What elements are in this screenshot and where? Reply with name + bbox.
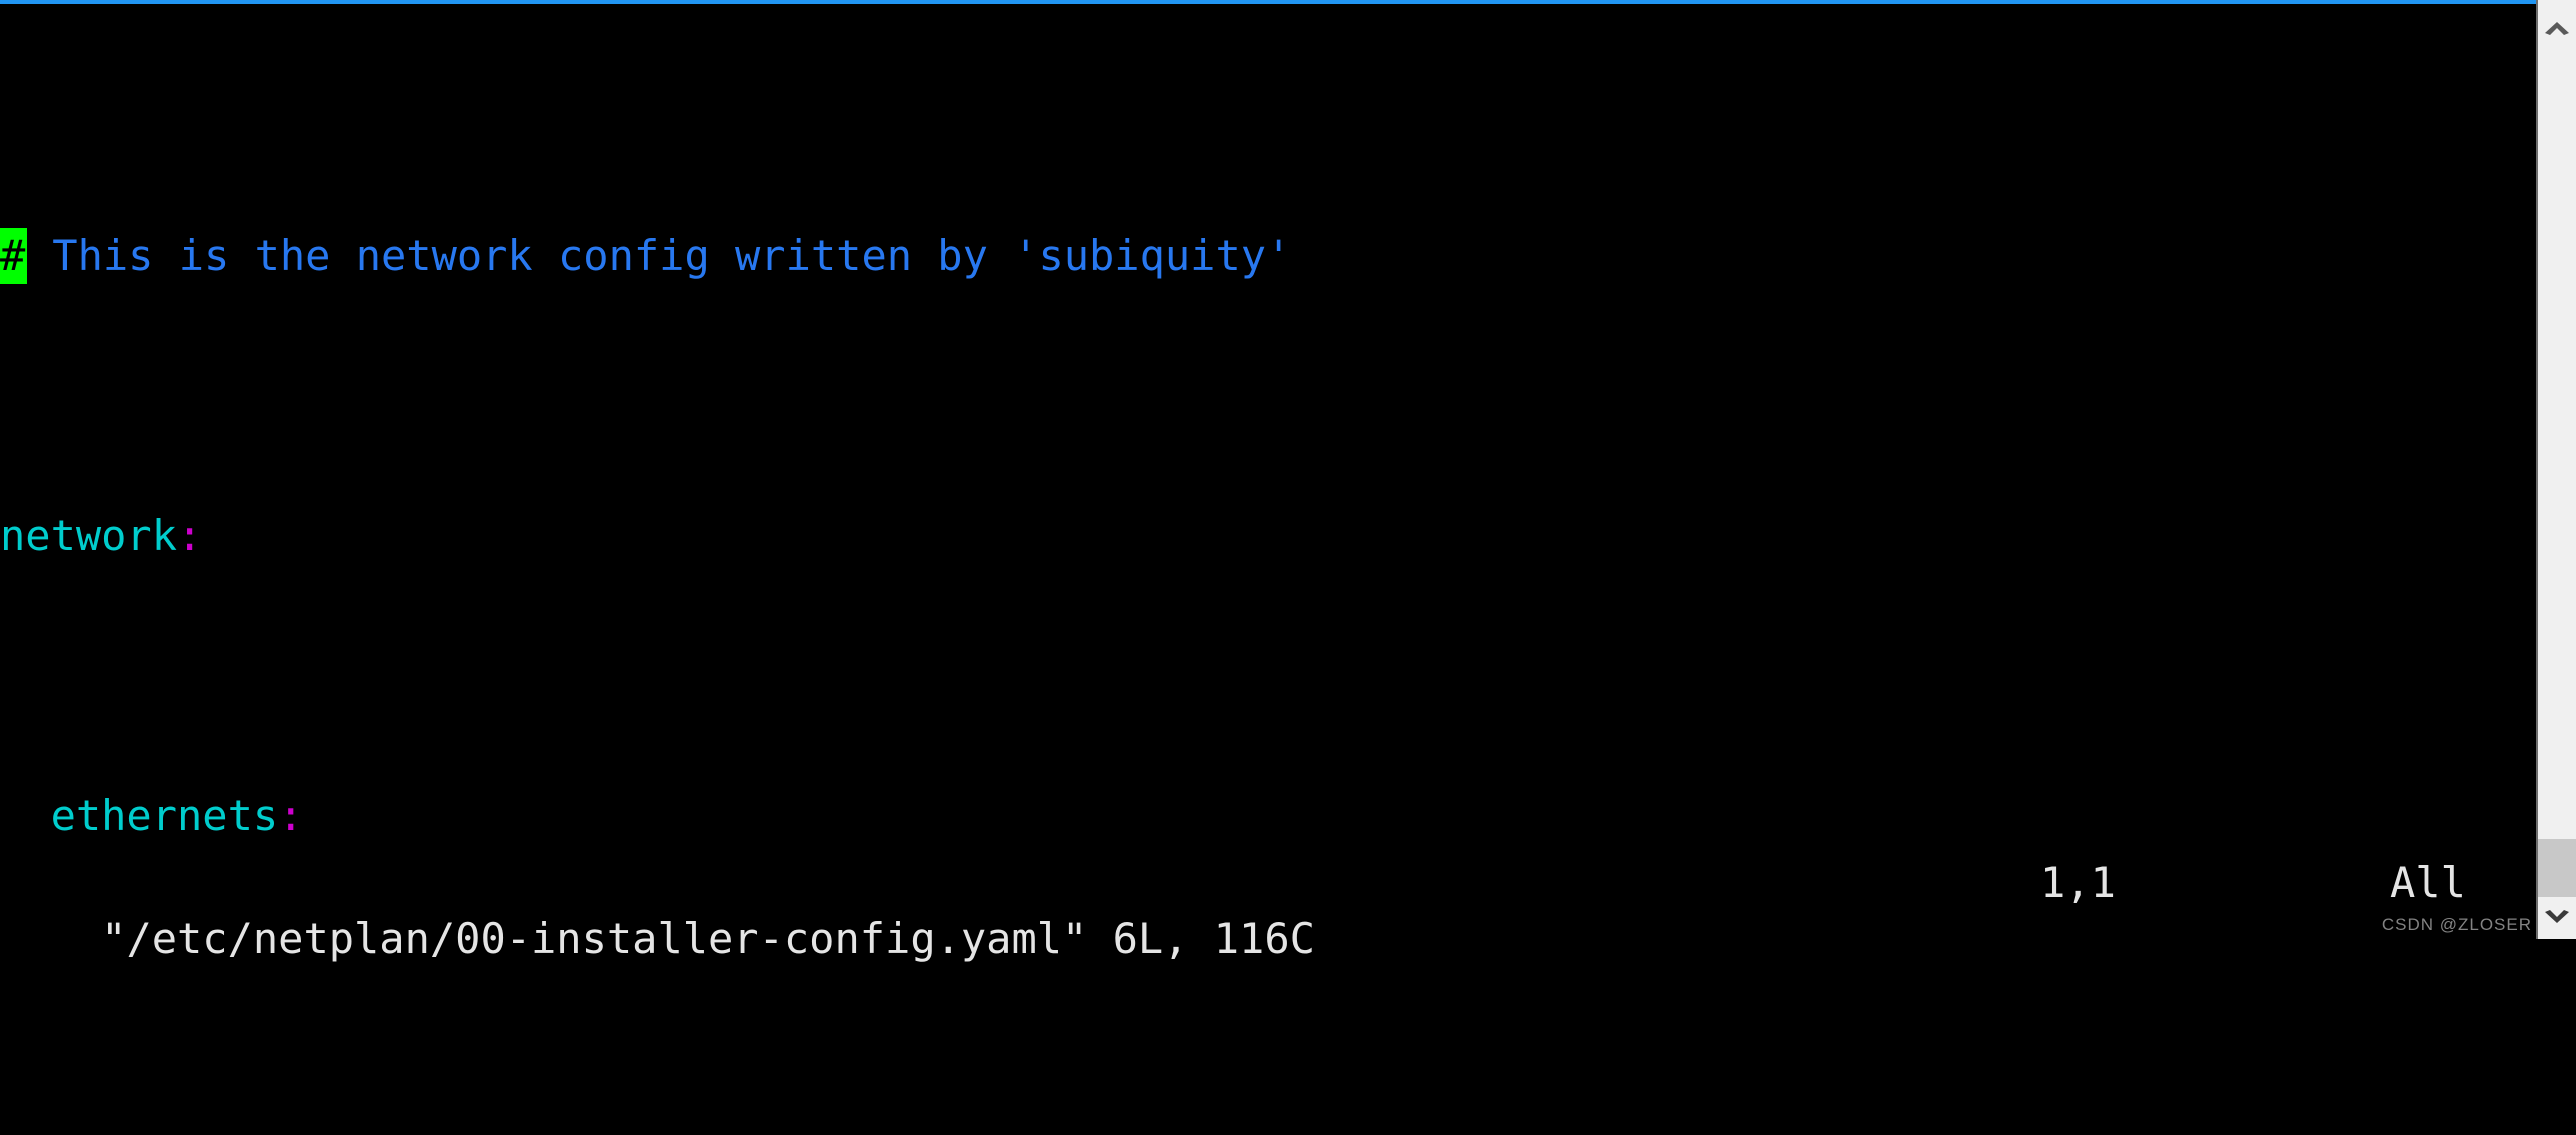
status-scroll-percent: All [2390, 858, 2466, 907]
chevron-up-icon [2544, 20, 2570, 36]
scroll-up-button[interactable] [2538, 8, 2576, 48]
vim-cursor[interactable]: # [0, 228, 27, 284]
chevron-down-icon [2544, 909, 2570, 925]
vim-editor-area[interactable]: # This is the network config written by … [0, 4, 2536, 939]
status-cursor-position: 1,1 [2040, 858, 2116, 907]
yaml-key-network: network [0, 511, 178, 560]
window-top-border [0, 0, 2536, 4]
vim-status-line: "/etc/netplan/00-installer-config.yaml" … [0, 855, 2536, 963]
vim-buffer[interactable]: # This is the network config written by … [0, 4, 2536, 939]
comment-text: This is the network config written by 's… [27, 231, 1292, 280]
terminal-window: # This is the network config written by … [0, 0, 2576, 963]
csdn-watermark: CSDN @ZLOSER [2381, 915, 2532, 934]
buffer-line-2[interactable]: network: [0, 508, 2536, 564]
yaml-colon: : [177, 511, 203, 560]
window-scrollbar[interactable] [2536, 0, 2576, 939]
yaml-key-ethernets: ethernets [50, 791, 279, 840]
scroll-down-button[interactable] [2538, 897, 2576, 937]
buffer-line-3[interactable]: ethernets: [0, 788, 2536, 844]
buffer-line-1[interactable]: # This is the network config written by … [0, 228, 2536, 284]
yaml-colon: : [278, 791, 304, 840]
scrollbar-thumb[interactable] [2538, 839, 2576, 897]
